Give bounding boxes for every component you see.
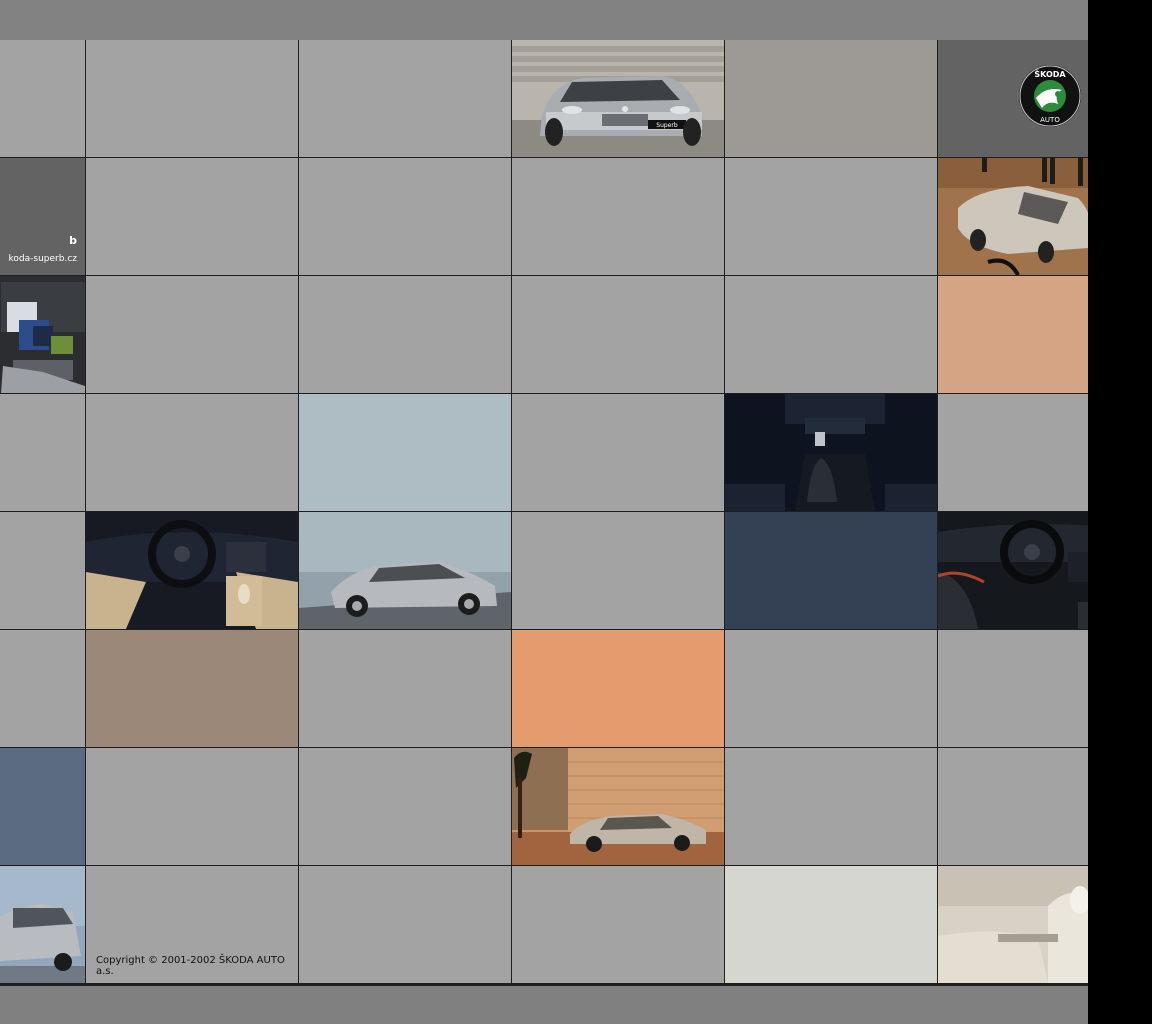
mosaic-tile-r1c3 xyxy=(299,40,511,157)
mosaic-tile-r4c3 xyxy=(299,394,511,511)
photo-tile-side-sedan[interactable] xyxy=(299,512,511,629)
photo-tile-dashboard[interactable] xyxy=(86,512,298,629)
mosaic-tile-r4c4 xyxy=(512,394,724,511)
mosaic-tile-r3c2 xyxy=(86,276,298,393)
gear-shift-photo xyxy=(725,394,937,511)
mosaic-tile-r5c1 xyxy=(0,512,85,629)
photo-tile-street-scene[interactable] xyxy=(512,748,724,865)
photo-tile-rear-sedan[interactable] xyxy=(0,866,85,983)
mosaic-tile-r6c4 xyxy=(512,630,724,747)
mosaic-tile-r7c3 xyxy=(299,748,511,865)
car-rear-photo xyxy=(0,866,85,983)
mosaic-tile-r2c5 xyxy=(725,158,937,275)
mosaic-tile-r7c2 xyxy=(86,748,298,865)
photo-mosaic-grid: Superb ŠKODA AUTO b koda-superb.cz Copyr… xyxy=(0,40,1088,985)
license-plate-text: Superb xyxy=(656,122,678,129)
car-top-view-photo xyxy=(938,158,1088,275)
mosaic-tile-r6c1 xyxy=(0,630,85,747)
car-street-photo xyxy=(512,748,724,865)
site-url-link[interactable]: koda-superb.cz xyxy=(0,254,77,264)
logo-tile[interactable]: ŠKODA AUTO xyxy=(938,40,1088,157)
top-bar xyxy=(0,0,1088,41)
car-side-photo xyxy=(299,512,511,629)
dashboard-photo xyxy=(86,512,298,629)
copyright-tile: Copyright © 2001-2002 ŠKODA AUTO a.s. xyxy=(86,866,298,983)
mosaic-tile-r3c5 xyxy=(725,276,937,393)
mosaic-tile-r7c5 xyxy=(725,748,937,865)
mosaic-tile-r2c3 xyxy=(299,158,511,275)
photo-tile-engine[interactable] xyxy=(0,276,85,393)
mosaic-tile-r8c5 xyxy=(725,866,937,983)
interior-shift-photo xyxy=(938,866,1088,983)
mosaic-tile-r8c4 xyxy=(512,866,724,983)
mosaic-tile-r5c5 xyxy=(725,512,937,629)
skoda-logo-icon: ŠKODA AUTO xyxy=(1019,65,1081,127)
mosaic-tile-r7c6 xyxy=(938,748,1088,865)
mosaic-tile-r6c6 xyxy=(938,630,1088,747)
steering-wheel-photo xyxy=(938,512,1088,629)
mosaic-tile-r1c1 xyxy=(0,40,85,157)
page-stage: Superb ŠKODA AUTO b koda-superb.cz Copyr… xyxy=(0,0,1088,1024)
mosaic-tile-r1c2 xyxy=(86,40,298,157)
site-link-tile[interactable]: b koda-superb.cz xyxy=(0,158,85,275)
mosaic-tile-r6c2 xyxy=(86,630,298,747)
car-front-photo: Superb xyxy=(512,40,724,157)
mosaic-tile-r3c3 xyxy=(299,276,511,393)
mosaic-tile-r6c5 xyxy=(725,630,937,747)
photo-tile-front-sedan[interactable]: Superb xyxy=(512,40,724,157)
mosaic-tile-r5c4 xyxy=(512,512,724,629)
bottom-bar xyxy=(0,985,1088,1024)
mosaic-tile-r7c1 xyxy=(0,748,85,865)
mosaic-tile-r4c2 xyxy=(86,394,298,511)
mosaic-tile-r2c2 xyxy=(86,158,298,275)
mosaic-tile-r1c5 xyxy=(725,40,937,157)
engine-bay-photo xyxy=(0,276,85,393)
skoda-logo[interactable]: ŠKODA AUTO xyxy=(1018,64,1082,128)
mosaic-tile-r8c3 xyxy=(299,866,511,983)
logo-bottom-text: AUTO xyxy=(1040,116,1060,124)
mosaic-tile-r6c3 xyxy=(299,630,511,747)
photo-tile-gear-shift[interactable] xyxy=(725,394,937,511)
photo-tile-interior-shift[interactable] xyxy=(938,866,1088,983)
mosaic-tile-r2c4 xyxy=(512,158,724,275)
mosaic-tile-r3c6 xyxy=(938,276,1088,393)
logo-top-text: ŠKODA xyxy=(1034,68,1066,79)
photo-tile-steering-wheel[interactable] xyxy=(938,512,1088,629)
mosaic-tile-r4c6 xyxy=(938,394,1088,511)
mosaic-tile-r3c4 xyxy=(512,276,724,393)
site-name-text: b xyxy=(69,234,77,247)
copyright-text: Copyright © 2001-2002 ŠKODA AUTO a.s. xyxy=(96,955,285,977)
mosaic-tile-r4c1 xyxy=(0,394,85,511)
photo-tile-top-view[interactable] xyxy=(938,158,1088,275)
